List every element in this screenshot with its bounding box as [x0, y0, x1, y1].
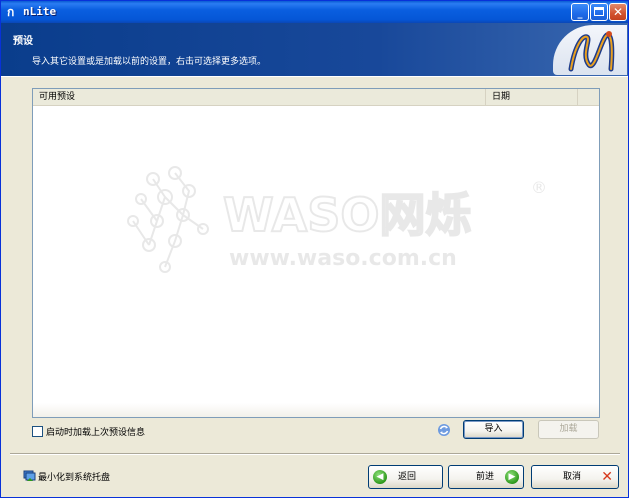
watermark-brand: WASO网烁 — [223, 188, 472, 242]
page-header: 预设 导入其它设置或是加载以前的设置，右击可选择更多选项。 — [1, 23, 628, 77]
back-label: 返回 — [398, 472, 417, 482]
next-label: 前进 — [476, 472, 495, 482]
footer-separator — [10, 453, 620, 455]
next-arrow-icon: ▶ — [505, 470, 519, 484]
maximize-button[interactable] — [590, 3, 608, 21]
load-button[interactable]: 加载 — [538, 420, 599, 439]
load-last-preset-option[interactable]: 启动时加载上次预设信息 — [32, 424, 145, 438]
column-header-available-presets[interactable]: 可用预设 — [33, 89, 486, 106]
load-last-preset-checkbox[interactable] — [32, 425, 43, 437]
load-last-preset-label[interactable]: 启动时加载上次预设信息 — [46, 425, 145, 438]
back-button[interactable]: ◀ 返回 — [368, 465, 443, 489]
preset-list[interactable]: 可用预设 日期 WASO网烁 ® www.waso.com.cn — [32, 88, 600, 418]
nlite-window: ก nLite _ ✕ 预设 导入其它设置或是加载以前的设置，右击可选择更多选项… — [0, 0, 629, 498]
refresh-icon[interactable] — [437, 423, 451, 437]
close-icon: ✕ — [612, 5, 624, 19]
maximize-icon — [594, 7, 604, 16]
watermark-mark: ® — [531, 178, 547, 197]
title-bar[interactable]: ก nLite _ ✕ — [1, 1, 628, 23]
list-bottom-strip — [33, 403, 599, 417]
page-subtitle: 导入其它设置或是加载以前的设置，右击可选择更多选项。 — [32, 57, 267, 67]
import-button[interactable]: 导入 — [463, 420, 524, 439]
next-button[interactable]: 前进 ▶ — [448, 465, 524, 489]
cancel-button[interactable]: 取消 ✕ — [531, 465, 619, 489]
cancel-label: 取消 — [563, 472, 582, 482]
tray-icon — [23, 470, 36, 481]
watermark: WASO网烁 ® www.waso.com.cn — [127, 166, 547, 273]
list-header: 可用预设 日期 — [33, 89, 599, 106]
minimize-button[interactable]: _ — [571, 3, 589, 21]
column-header-date[interactable]: 日期 — [486, 89, 578, 106]
watermark-url: www.waso.com.cn — [229, 246, 457, 271]
page-title: 预设 — [13, 36, 33, 47]
window-title: nLite — [23, 5, 57, 18]
minimize-to-tray-link[interactable]: 最小化到系统托盘 — [23, 470, 110, 483]
minimize-icon: _ — [577, 8, 583, 19]
cancel-x-icon: ✕ — [601, 469, 613, 485]
nlite-logo-icon: ก — [7, 5, 15, 19]
minimize-to-tray-label: 最小化到系统托盘 — [38, 473, 111, 483]
close-button[interactable]: ✕ — [609, 3, 627, 21]
column-header-filler — [578, 89, 599, 106]
back-arrow-icon: ◀ — [373, 470, 387, 484]
nlite-banner-logo — [553, 25, 627, 75]
